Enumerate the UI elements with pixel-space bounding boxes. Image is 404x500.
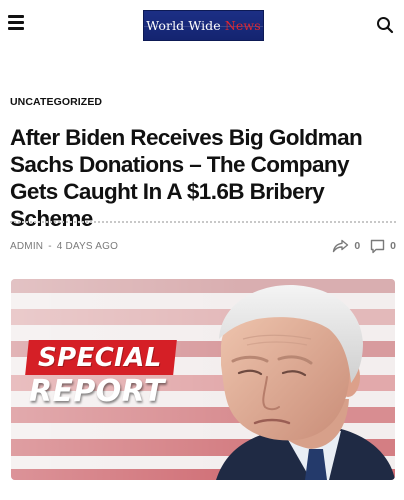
logo-text: World Wide News: [146, 18, 260, 33]
article-title: After Biden Receives Big Goldman Sachs D…: [10, 125, 363, 231]
comment-icon[interactable]: [370, 239, 385, 254]
special-badge-text: SPECIAL: [38, 342, 162, 373]
publish-date: 4 DAYS AGO: [56, 240, 119, 252]
article-meta: ADMIN - 4 DAYS AGO: [10, 239, 118, 253]
category-link[interactable]: UNCATEGORIZED: [10, 96, 102, 108]
share-count: 0: [354, 240, 361, 252]
logo-text-part1: World Wide: [146, 18, 225, 33]
share-icon[interactable]: [332, 239, 349, 253]
logo-text-part2: News: [224, 18, 261, 33]
special-badge: SPECIAL: [25, 340, 177, 375]
search-icon[interactable]: [376, 16, 394, 34]
report-badge-text: REPORT: [29, 374, 165, 409]
site-logo[interactable]: World Wide News: [143, 10, 264, 41]
featured-image[interactable]: SPECIAL REPORT: [11, 279, 395, 480]
article-stats: 0 0: [332, 237, 396, 255]
site-header: World Wide News: [0, 0, 404, 52]
author-link[interactable]: ADMIN: [10, 241, 43, 252]
meta-separator: -: [48, 240, 52, 252]
hamburger-menu-icon[interactable]: [8, 15, 24, 31]
comment-count: 0: [390, 240, 396, 252]
title-divider: [10, 221, 396, 223]
